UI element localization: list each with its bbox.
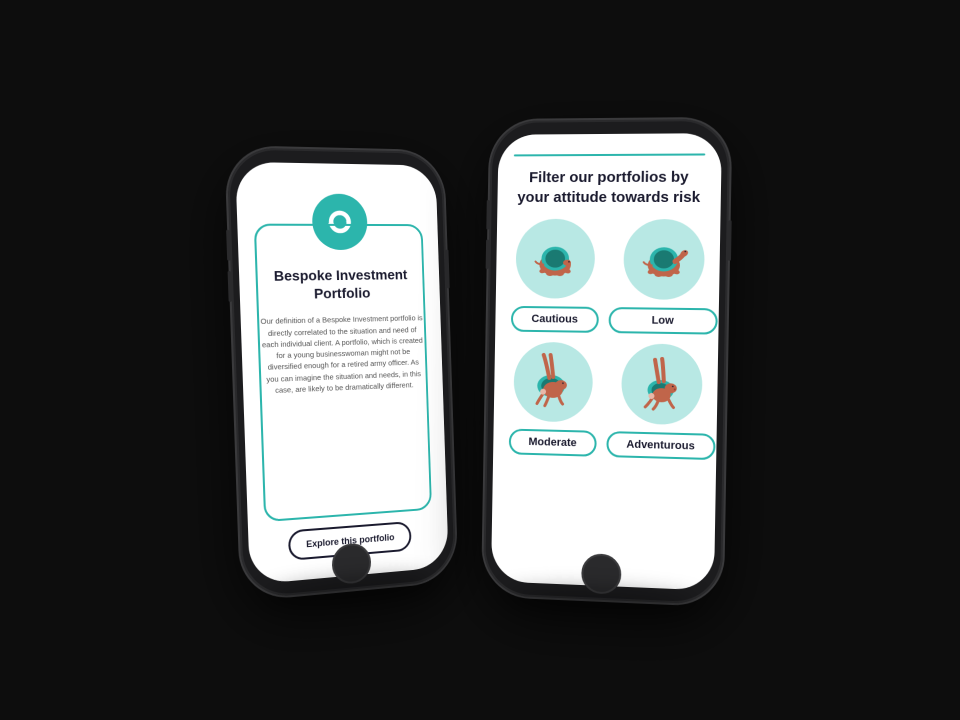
risk-card-low: Low bbox=[608, 219, 719, 335]
tortoise-low-icon bbox=[630, 227, 697, 293]
scene: Bespoke Investment Portfolio Our definit… bbox=[0, 0, 960, 720]
hare-moderate-icon bbox=[521, 349, 586, 415]
vol-down-button-right bbox=[486, 239, 489, 269]
filter-title: Filter our portfolios by your attitude t… bbox=[513, 168, 705, 207]
vol-up-button bbox=[226, 230, 230, 261]
left-screen-content: Bespoke Investment Portfolio Our definit… bbox=[235, 162, 449, 585]
left-phone-screen: Bespoke Investment Portfolio Our definit… bbox=[235, 162, 449, 585]
low-button[interactable]: Low bbox=[608, 307, 717, 335]
adventurous-button[interactable]: Adventurous bbox=[606, 431, 715, 460]
risk-card-cautious: Cautious bbox=[511, 219, 601, 333]
portfolio-icon-circle bbox=[311, 194, 368, 251]
power-button bbox=[446, 250, 450, 289]
animal-circle-moderate bbox=[514, 342, 594, 423]
left-phone: Bespoke Investment Portfolio Our definit… bbox=[226, 147, 456, 600]
phone-shadow-right bbox=[506, 586, 697, 614]
vol-up-button-right bbox=[486, 200, 489, 230]
risk-card-moderate: Moderate bbox=[509, 342, 599, 457]
power-button-right bbox=[728, 220, 732, 261]
top-accent-line bbox=[514, 153, 705, 156]
risk-options-grid: Cautious bbox=[507, 219, 704, 570]
vol-down-button bbox=[228, 271, 232, 302]
tortoise-cautious-icon bbox=[523, 226, 588, 291]
animal-circle-cautious bbox=[516, 219, 596, 299]
risk-card-adventurous: Adventurous bbox=[606, 343, 717, 460]
right-screen-content: Filter our portfolios by your attitude t… bbox=[491, 133, 722, 591]
portfolio-icon bbox=[326, 208, 354, 236]
animal-circle-low bbox=[623, 219, 705, 300]
right-phone-screen: Filter our portfolios by your attitude t… bbox=[491, 133, 722, 591]
portfolio-title: Bespoke Investment Portfolio bbox=[257, 265, 423, 304]
animal-circle-adventurous bbox=[621, 343, 703, 425]
moderate-button[interactable]: Moderate bbox=[509, 429, 597, 457]
cautious-button[interactable]: Cautious bbox=[511, 306, 599, 333]
portfolio-description: Our definition of a Bespoke Investment p… bbox=[259, 313, 430, 516]
right-phone: Filter our portfolios by your attitude t… bbox=[483, 119, 730, 605]
hare-adventurous-icon bbox=[628, 351, 695, 418]
